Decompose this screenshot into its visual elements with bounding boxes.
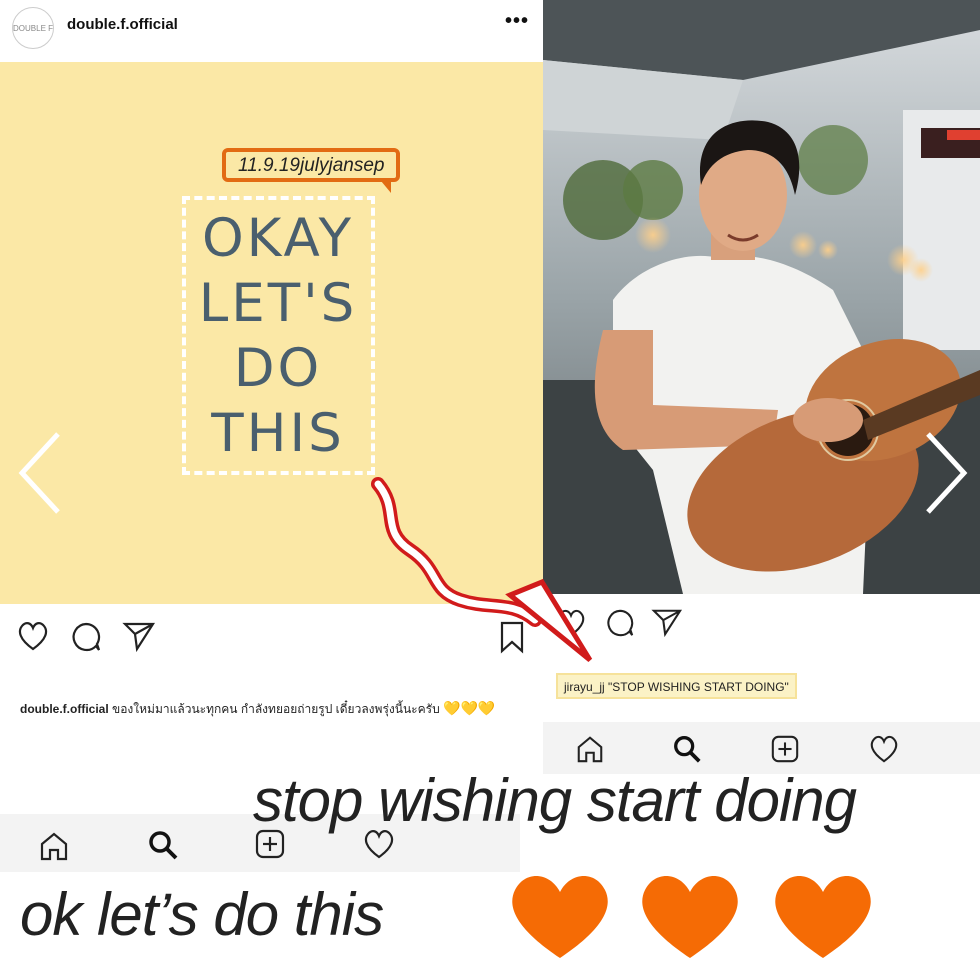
activity-heart-icon-right[interactable] — [868, 734, 900, 764]
home-icon[interactable] — [38, 830, 70, 862]
date-tag: 11.9.19julyjansep — [222, 148, 401, 182]
avatar[interactable]: DOUBLE F — [12, 7, 54, 49]
add-post-icon-right[interactable] — [770, 734, 800, 764]
comment-icon-right[interactable] — [605, 608, 635, 638]
chevron-right-icon[interactable] — [922, 430, 970, 516]
left-post-header: DOUBLE F double.f.official ••• — [0, 0, 543, 62]
chevron-left-icon[interactable] — [16, 430, 64, 516]
home-icon-right[interactable] — [575, 734, 605, 764]
search-icon-right[interactable] — [671, 733, 703, 765]
squiggle-arrow — [371, 477, 593, 662]
comment-icon[interactable] — [70, 621, 102, 653]
search-icon[interactable] — [146, 828, 180, 862]
share-icon-right[interactable] — [651, 607, 683, 637]
caption-text: ของใหม่มาแล้วนะทุกคน กำลังทยอยถ่ายรูป เด… — [112, 702, 440, 716]
caption-left: double.f.official ของใหม่มาแล้วนะทุกคน ก… — [20, 698, 520, 719]
ok-lets-do-this-caption: ok let’s do this — [20, 881, 384, 948]
post-photo-right — [543, 0, 980, 594]
caption-username[interactable]: double.f.official — [20, 702, 109, 716]
username-left[interactable]: double.f.official — [67, 16, 178, 33]
orange-heart-1 — [512, 875, 608, 958]
okay-lets-do-this-text: OKAY LET'S DO THIS — [198, 208, 358, 464]
heart-icon[interactable] — [16, 620, 50, 652]
share-icon[interactable] — [122, 620, 156, 652]
guitar-player-photo — [543, 0, 980, 594]
orange-heart-3 — [775, 875, 871, 958]
right-action-bar — [543, 594, 980, 664]
stop-wishing-caption: stop wishing start doing — [253, 767, 857, 834]
caption-emoji: 💛💛💛 — [443, 700, 496, 716]
more-icon[interactable]: ••• — [505, 10, 529, 33]
caption-right: jirayu_jj "STOP WISHING START DOING" — [556, 673, 797, 699]
date-tag-tail — [381, 181, 391, 193]
orange-heart-2 — [642, 875, 738, 958]
